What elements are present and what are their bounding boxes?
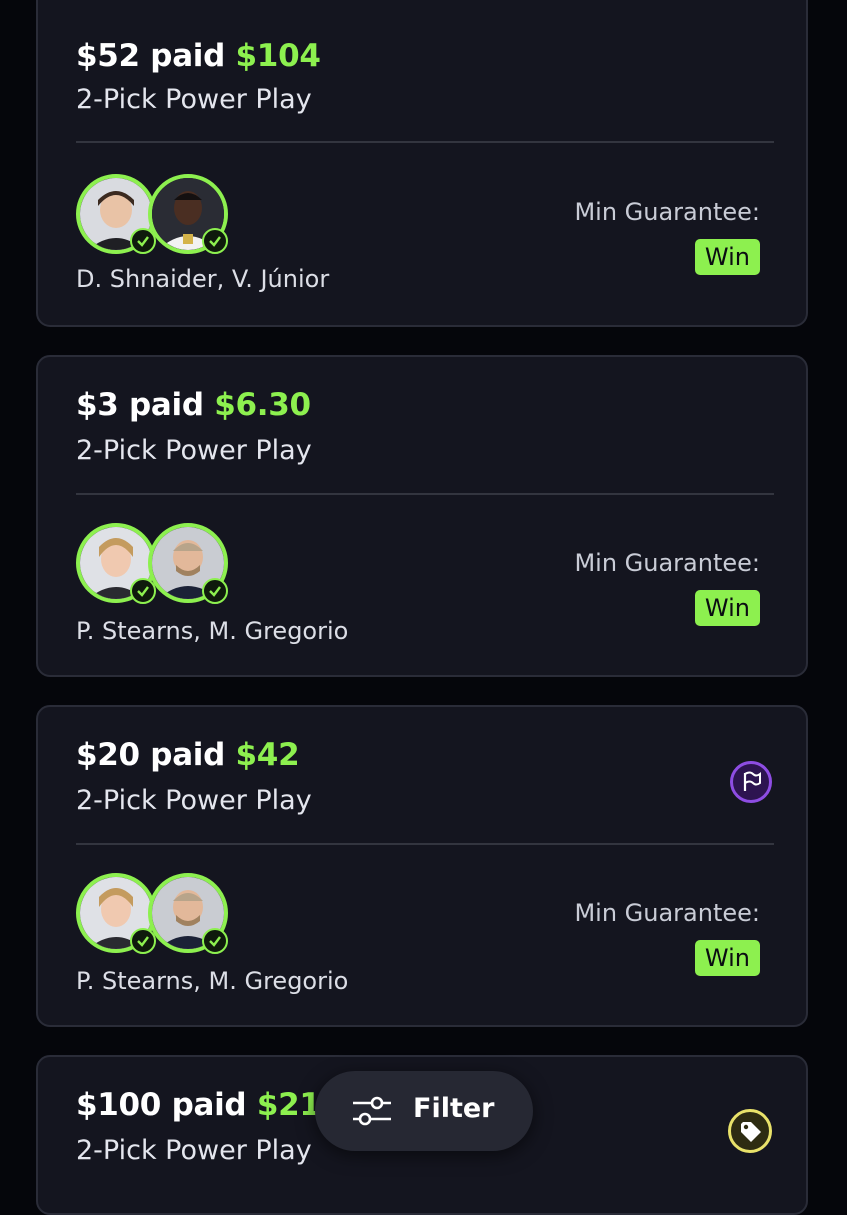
sliders-icon — [351, 1091, 393, 1135]
paid-amount: $20 paid — [76, 737, 226, 773]
guarantee-badge: Win — [694, 940, 760, 976]
player-names: P. Stearns, M. Gregorio — [76, 617, 349, 645]
flag-icon[interactable] — [730, 761, 772, 803]
paid-amount: $100 paid — [76, 1087, 247, 1123]
guarantee-badge: Win — [694, 239, 760, 275]
entry-amount: $3 paid $6.30 — [76, 387, 311, 423]
play-type: 2-Pick Power Play — [76, 84, 312, 115]
tag-icon[interactable] — [728, 1109, 772, 1153]
filter-label: Filter — [413, 1093, 495, 1124]
divider — [76, 141, 774, 143]
divider — [76, 843, 774, 845]
play-type: 2-Pick Power Play — [76, 435, 312, 466]
entry-card[interactable]: $20 paid $42 2-Pick Power Play P. Stearn… — [36, 705, 808, 1027]
paid-amount: $52 paid — [76, 38, 226, 74]
min-guarantee-label: Min Guarantee: — [574, 899, 760, 927]
check-icon — [202, 228, 228, 254]
payout-amount: $104 — [235, 38, 321, 74]
min-guarantee-label: Min Guarantee: — [574, 198, 760, 226]
entry-amount: $20 paid $42 — [76, 737, 300, 773]
play-type: 2-Pick Power Play — [76, 785, 312, 816]
paid-amount: $3 paid — [76, 387, 204, 423]
payout-amount: $42 — [235, 737, 300, 773]
entry-amount: $52 paid $104 — [76, 38, 321, 74]
check-icon — [202, 578, 228, 604]
divider — [76, 493, 774, 495]
payout-amount: $6.30 — [214, 387, 311, 423]
entry-card[interactable]: $52 paid $104 2-Pick Power Play D. Shnai… — [36, 0, 808, 327]
entry-card[interactable]: $3 paid $6.30 2-Pick Power Play P. Stear… — [36, 355, 808, 677]
check-icon — [202, 928, 228, 954]
player-names: P. Stearns, M. Gregorio — [76, 967, 349, 995]
entry-amount: $100 paid $210 — [76, 1087, 342, 1123]
guarantee-badge: Win — [694, 590, 760, 626]
filter-button[interactable]: Filter — [315, 1071, 533, 1151]
min-guarantee-label: Min Guarantee: — [574, 549, 760, 577]
player-names: D. Shnaider, V. Júnior — [76, 265, 330, 293]
play-type: 2-Pick Power Play — [76, 1135, 312, 1166]
